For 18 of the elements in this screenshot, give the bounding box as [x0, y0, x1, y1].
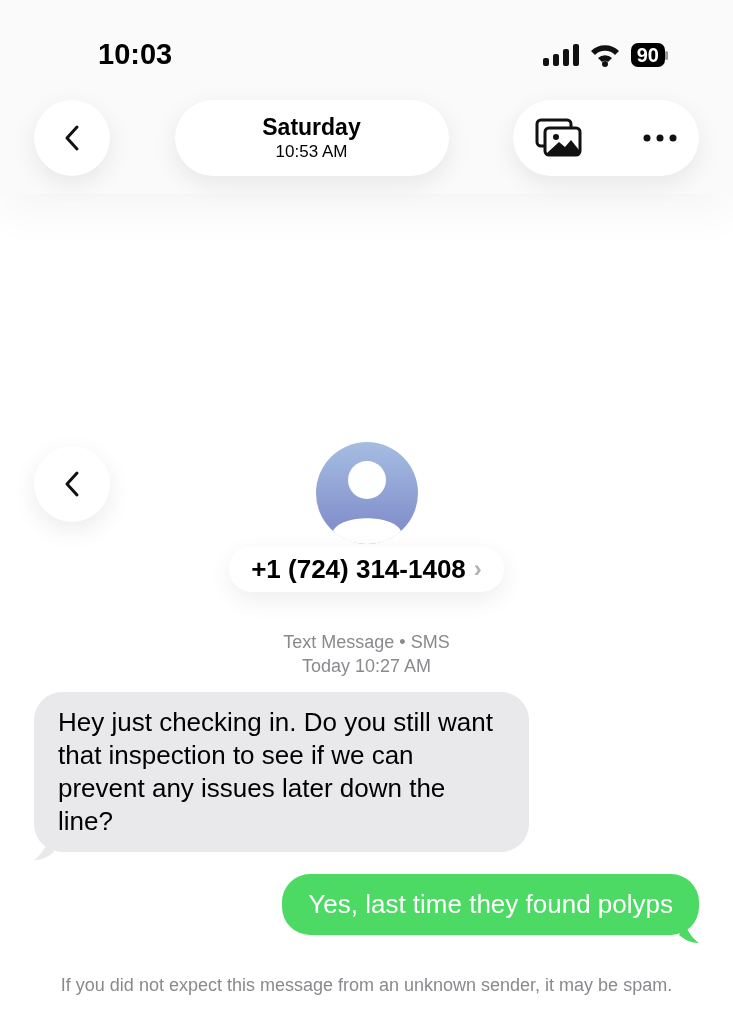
chevron-icon: › — [473, 551, 482, 587]
phone-number: +1 (724) 314-1408 — [251, 552, 466, 586]
more-icon[interactable] — [643, 134, 677, 142]
signal-icon — [542, 44, 579, 66]
battery-cap-icon — [665, 50, 669, 60]
battery-indicator: 90 — [630, 43, 665, 67]
date-day: Saturday — [262, 113, 361, 141]
status-time: 10:03 — [98, 37, 173, 73]
photos-icon[interactable] — [535, 118, 583, 158]
avatar-icon — [315, 442, 418, 544]
back-icon — [64, 470, 80, 498]
thread-time: Today 10:27 AM — [301, 655, 432, 678]
contact-button[interactable]: +1 (724) 314-1408 › — [229, 546, 504, 592]
conversation-date-button[interactable]: Saturday 10:53 AM — [174, 100, 449, 176]
date-time: 10:53 AM — [275, 141, 348, 163]
service-label: Text Message • SMS — [283, 631, 450, 654]
back-icon — [64, 124, 80, 152]
spam-notice: If you did not expect this message from an unknown sender, it may be spam. — [59, 974, 674, 997]
